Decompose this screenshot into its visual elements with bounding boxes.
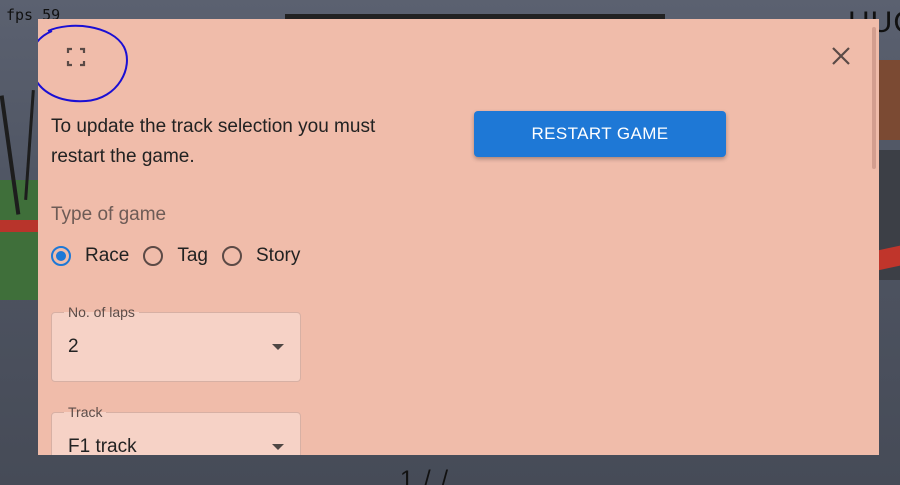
fullscreen-button[interactable] bbox=[62, 43, 90, 71]
scrollbar[interactable] bbox=[872, 27, 876, 169]
laps-value: 2 bbox=[68, 336, 79, 357]
settings-dialog: To update the track selection you must r… bbox=[38, 19, 879, 455]
game-type-radio-group: Race Tag Story bbox=[51, 243, 314, 269]
game-building bbox=[878, 60, 900, 140]
chevron-down-icon bbox=[272, 344, 284, 350]
radio-label: Tag bbox=[177, 245, 208, 266]
radio-button[interactable] bbox=[222, 246, 242, 266]
game-grass bbox=[0, 180, 40, 300]
game-type-label: Type of game bbox=[51, 204, 167, 225]
hud-bottom-text: 1 / / bbox=[400, 466, 451, 485]
chevron-down-icon bbox=[272, 444, 284, 450]
restart-info-text: To update the track selection you must r… bbox=[51, 116, 376, 167]
fullscreen-icon bbox=[66, 47, 86, 67]
laps-select[interactable]: No. of laps 2 bbox=[51, 304, 301, 382]
track-label: Track bbox=[64, 404, 107, 420]
close-icon bbox=[832, 47, 850, 65]
radio-button[interactable] bbox=[143, 246, 164, 266]
game-track-curb bbox=[0, 220, 40, 232]
radio-race[interactable]: Race bbox=[51, 245, 129, 267]
restart-game-button[interactable]: RESTART GAME bbox=[474, 111, 726, 157]
radio-button[interactable] bbox=[51, 246, 71, 266]
track-value: F1 track bbox=[68, 436, 137, 455]
radio-label: Story bbox=[256, 245, 301, 266]
radio-tag[interactable]: Tag bbox=[143, 245, 208, 267]
radio-label: Race bbox=[85, 245, 130, 266]
laps-label: No. of laps bbox=[64, 304, 139, 320]
close-button[interactable] bbox=[826, 41, 856, 71]
radio-story[interactable]: Story bbox=[222, 245, 300, 267]
track-select[interactable]: Track F1 track bbox=[51, 404, 301, 455]
